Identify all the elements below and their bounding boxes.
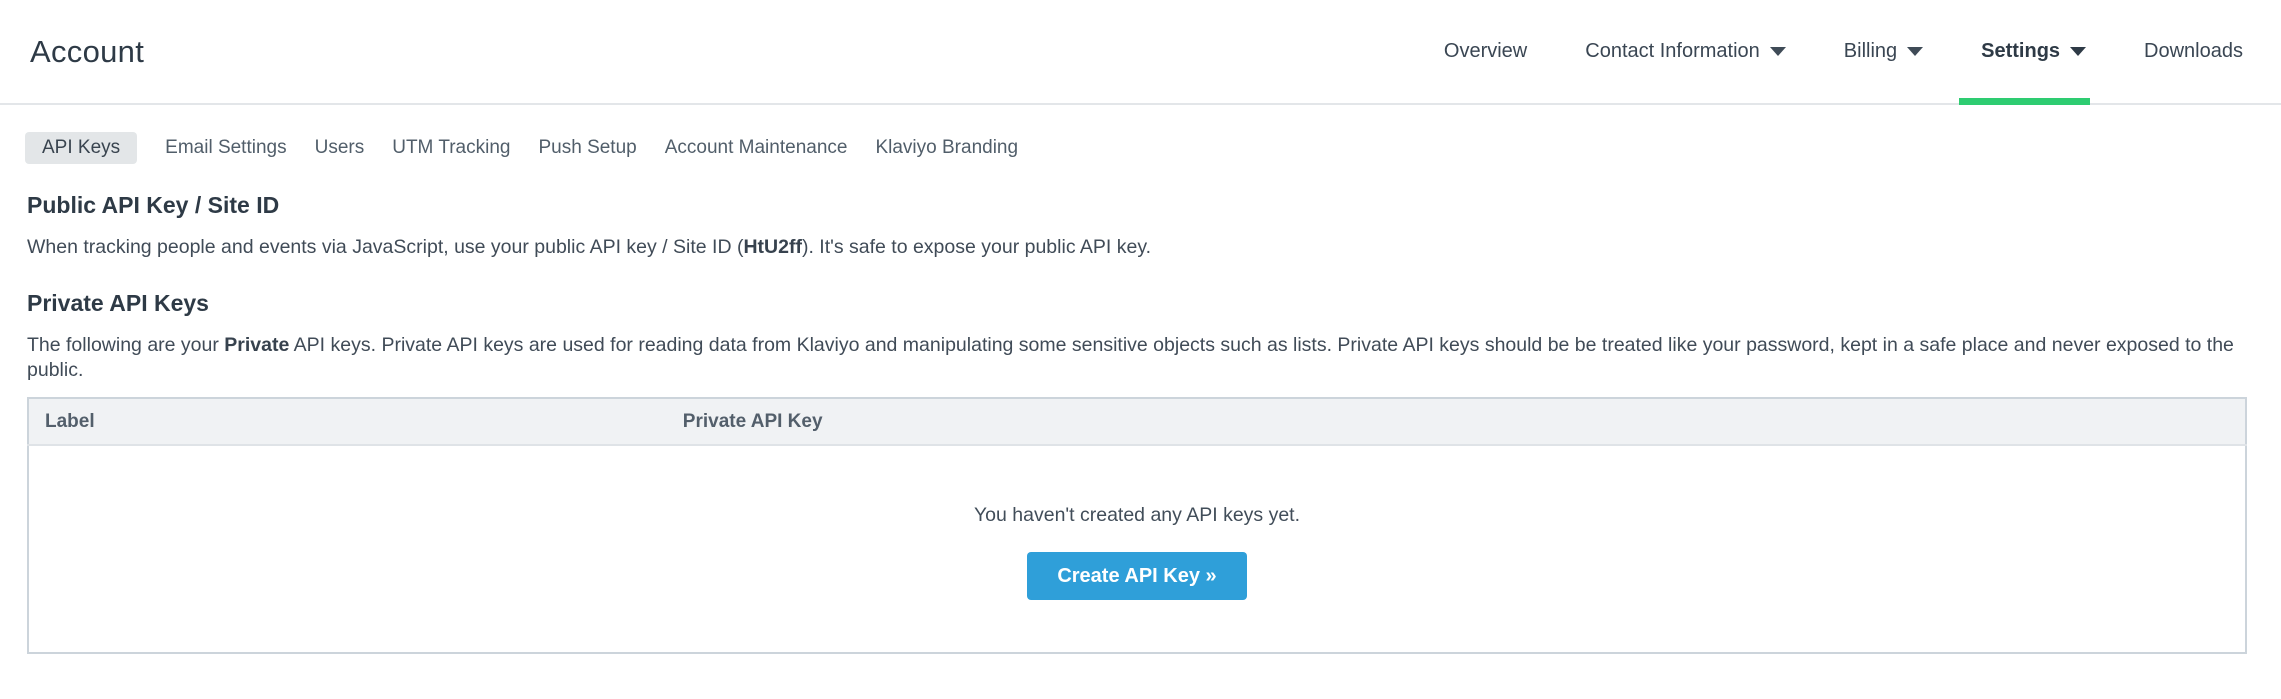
nav-item-label: Contact Information xyxy=(1585,40,1760,63)
chevron-down-icon xyxy=(1770,47,1786,56)
empty-state-text: You haven't created any API keys yet. xyxy=(29,504,2245,527)
nav-item-label: Overview xyxy=(1444,40,1527,63)
nav-item-label: Settings xyxy=(1981,40,2060,63)
chevron-down-icon xyxy=(1907,47,1923,56)
empty-state-row: You haven't created any API keys yet. Cr… xyxy=(28,445,2246,653)
api-keys-content: Public API Key / Site ID When tracking p… xyxy=(0,192,2281,654)
tab-utm-tracking[interactable]: UTM Tracking xyxy=(392,137,510,159)
create-api-key-button[interactable]: Create API Key » xyxy=(1027,552,1247,600)
private-api-keys-heading: Private API Keys xyxy=(27,290,2247,317)
table-header-row: Label Private API Key xyxy=(28,398,2246,445)
nav-item-label: Downloads xyxy=(2144,40,2243,63)
nav-item-label: Billing xyxy=(1844,40,1897,63)
empty-state: You haven't created any API keys yet. Cr… xyxy=(28,445,2246,653)
nav-item-overview[interactable]: Overview xyxy=(1444,0,1527,103)
account-header: Account Overview Contact Information Bil… xyxy=(0,0,2281,105)
tab-email-settings[interactable]: Email Settings xyxy=(165,137,286,159)
account-nav: Overview Contact Information Billing Set… xyxy=(1444,0,2243,103)
nav-item-settings[interactable]: Settings xyxy=(1981,0,2086,103)
tab-api-keys[interactable]: API Keys xyxy=(25,132,137,164)
nav-item-contact-information[interactable]: Contact Information xyxy=(1585,0,1786,103)
tab-users[interactable]: Users xyxy=(315,137,365,159)
tab-account-maintenance[interactable]: Account Maintenance xyxy=(665,137,848,159)
public-api-key-description: When tracking people and events via Java… xyxy=(27,235,2247,259)
nav-item-downloads[interactable]: Downloads xyxy=(2144,0,2243,103)
private-api-keys-description: The following are your Private API keys.… xyxy=(27,333,2247,382)
tab-klaviyo-branding[interactable]: Klaviyo Branding xyxy=(875,137,1018,159)
settings-subnav: API Keys Email Settings Users UTM Tracki… xyxy=(25,132,2281,164)
site-id-value: HtU2ff xyxy=(743,236,802,258)
public-api-key-heading: Public API Key / Site ID xyxy=(27,192,2247,219)
tab-push-setup[interactable]: Push Setup xyxy=(538,137,636,159)
column-header-private-api-key: Private API Key xyxy=(667,398,2246,445)
column-header-label: Label xyxy=(28,398,667,445)
chevron-down-icon xyxy=(2070,47,2086,56)
page-title: Account xyxy=(30,34,144,70)
nav-item-billing[interactable]: Billing xyxy=(1844,0,1923,103)
private-api-keys-table: Label Private API Key You haven't create… xyxy=(27,397,2247,654)
